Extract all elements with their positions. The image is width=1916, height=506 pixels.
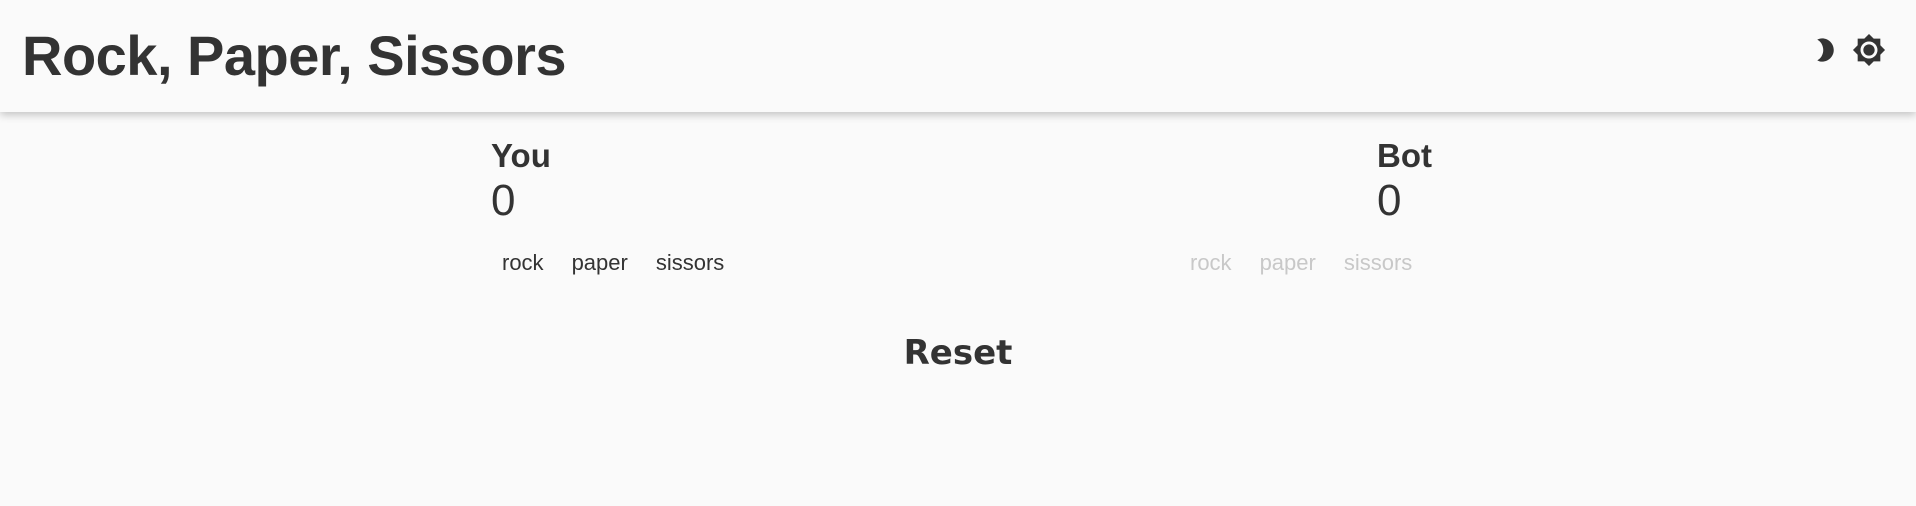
dark-mode-button[interactable] <box>1808 33 1842 67</box>
page-title: Rock, Paper, Sissors <box>22 24 567 87</box>
choice-sissors-button[interactable]: sissors <box>656 248 724 278</box>
choice-paper-button[interactable]: paper <box>572 248 628 278</box>
player-you-choices: rock paper sissors <box>502 248 752 278</box>
player-you-score: 0 <box>491 176 516 225</box>
reset-button[interactable]: Reset <box>904 333 1013 373</box>
player-bot-name: Bot <box>1377 137 1432 174</box>
player-bot-score: 0 <box>1377 176 1402 225</box>
player-you-name: You <box>491 137 551 174</box>
light-mode-button[interactable] <box>1852 33 1886 67</box>
theme-toggle-group <box>1808 33 1886 67</box>
app-header: Rock, Paper, Sissors <box>0 0 1916 112</box>
reset-container: Reset <box>0 330 1916 376</box>
player-you-panel: You 0 <box>491 136 551 226</box>
sun-icon <box>1852 33 1886 67</box>
moon-icon <box>1817 38 1834 62</box>
player-bot-panel: Bot 0 <box>1377 136 1432 226</box>
bot-choice-sissors: sissors <box>1343 250 1413 275</box>
bot-choice-paper: paper <box>1259 250 1316 275</box>
bot-choice-rock: rock <box>1190 250 1232 275</box>
choice-rock-button[interactable]: rock <box>502 248 544 278</box>
player-bot-choices: rock paper sissors <box>1190 248 1440 278</box>
